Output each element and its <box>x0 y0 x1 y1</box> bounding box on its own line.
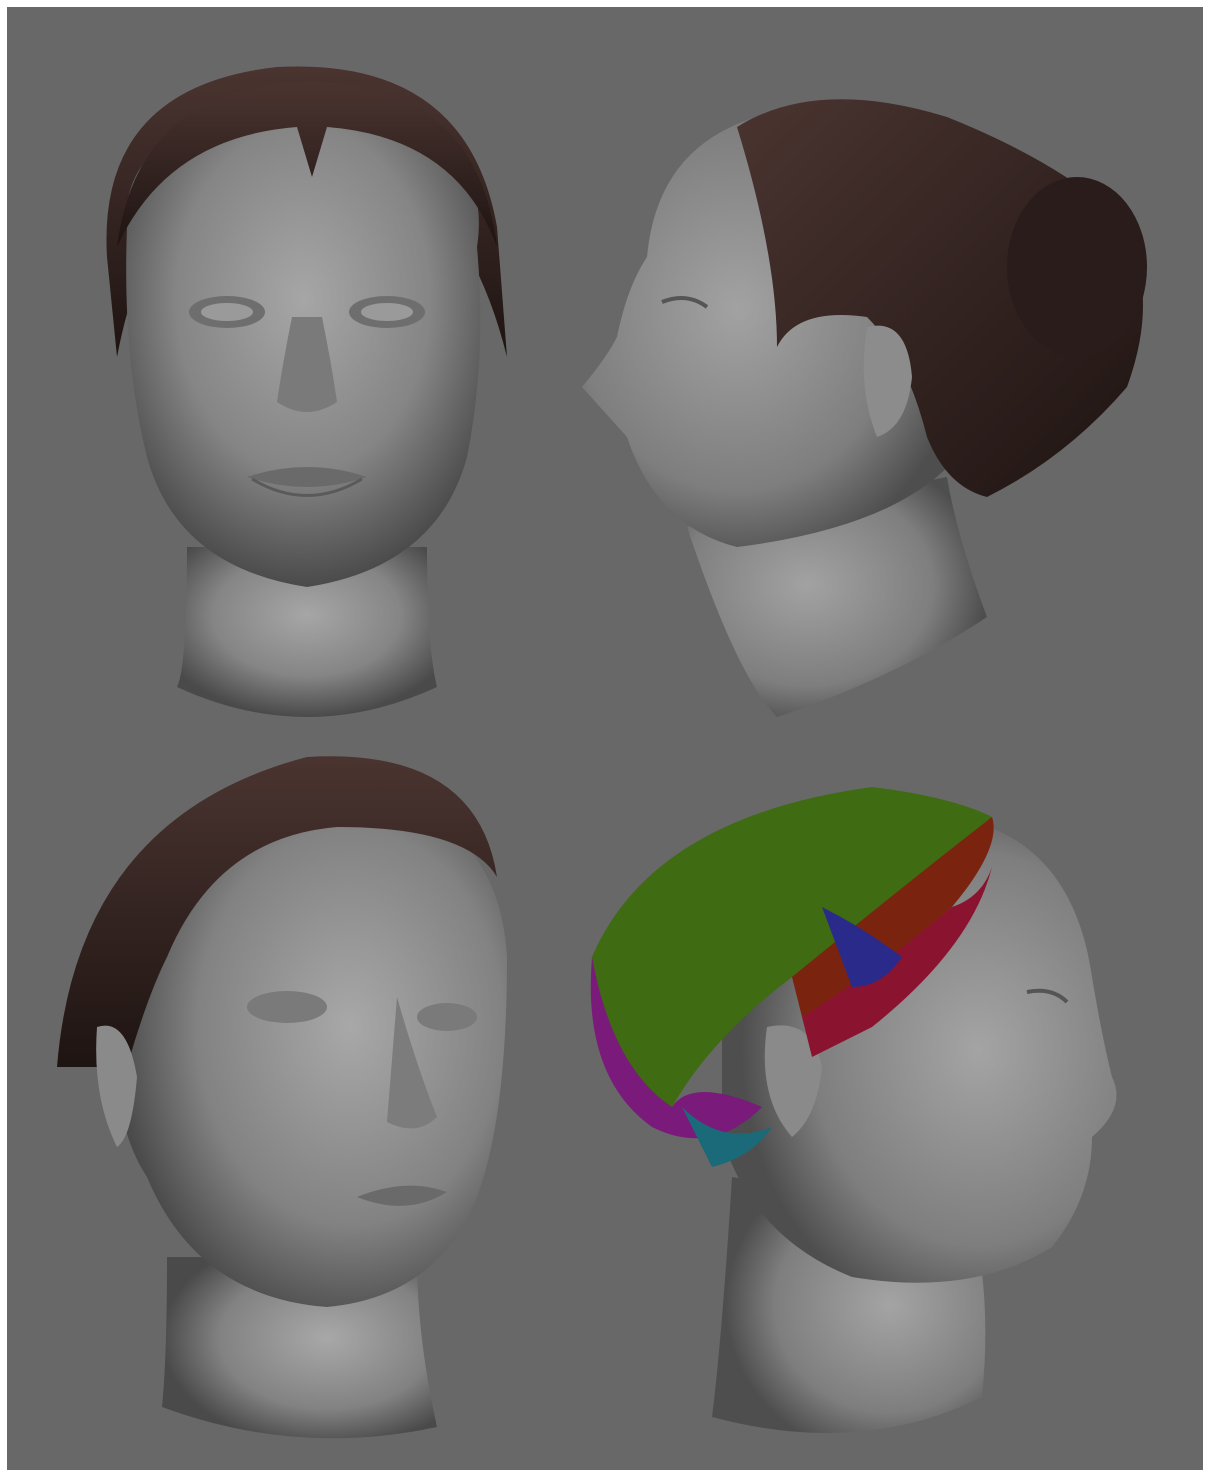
hair-groups-view-svg <box>590 787 1117 1433</box>
profile-view-svg <box>582 99 1147 717</box>
front-view-render <box>77 27 537 737</box>
viewport-canvas <box>7 7 1203 1470</box>
three-quarter-view-render <box>37 737 517 1457</box>
front-view-svg <box>106 66 507 717</box>
hair-groups-view-render <box>572 777 1132 1457</box>
profile-view-render <box>567 57 1167 737</box>
three-quarter-view-svg <box>57 756 507 1439</box>
hair-bun-shape <box>1007 177 1147 357</box>
